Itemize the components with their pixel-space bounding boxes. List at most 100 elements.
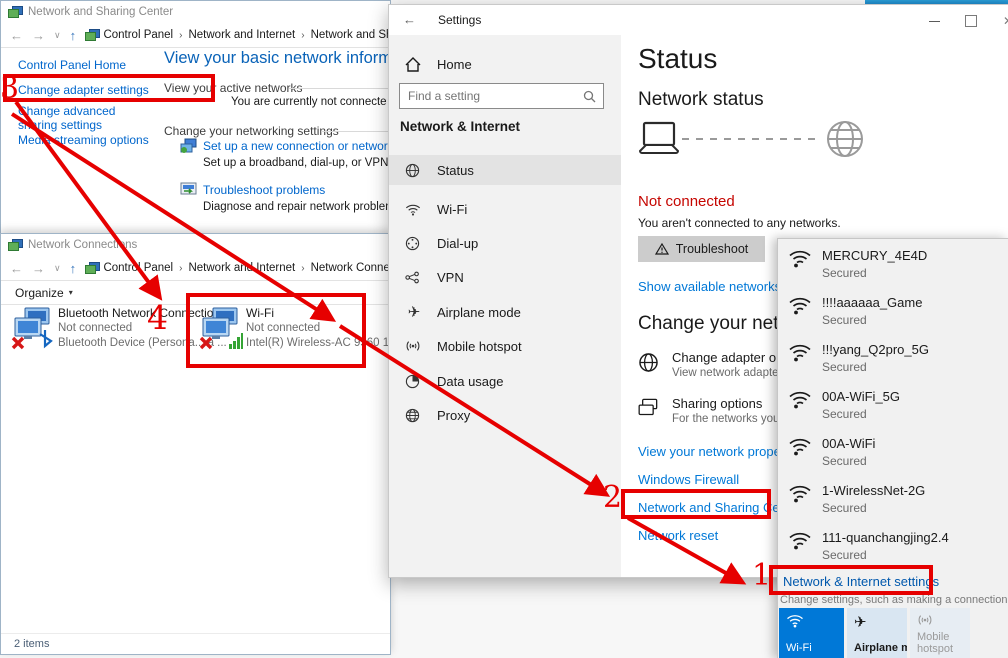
sidebar-item-label: Airplane mode xyxy=(437,305,521,320)
back-icon[interactable]: ← xyxy=(10,28,23,43)
search-input[interactable] xyxy=(400,88,583,104)
back-icon[interactable]: ← xyxy=(10,261,23,276)
nc-titlebar[interactable]: Network Connections xyxy=(1,234,390,256)
breadcrumb-network-connections[interactable]: Network Connections xyxy=(311,262,391,274)
network-internet-settings-link[interactable]: Network & Internet settings xyxy=(783,574,939,589)
history-caret-icon[interactable]: ∨ xyxy=(54,263,61,274)
settings-search-box[interactable] xyxy=(399,83,604,109)
nsc-navbar: ← → ∨ ↑ › Control Panel › Network and In… xyxy=(1,23,390,48)
sidebar-item-label: Wi-Fi xyxy=(437,202,467,217)
sidebar-item-status[interactable]: Status xyxy=(389,155,621,185)
breadcrumb-nsc[interactable]: Network and Sharing Center xyxy=(311,29,391,41)
flyout-caption: Change settings, such as making a connec… xyxy=(780,594,1008,606)
advanced-sharing-link[interactable]: Change advanced sharing settings xyxy=(18,104,158,133)
network-sharing-center-window: Network and Sharing Center ← → ∨ ↑ › Con… xyxy=(0,0,391,240)
organize-caret-icon: ▾ xyxy=(69,288,73,297)
chevron-icon: › xyxy=(179,30,182,41)
troubleshoot-button[interactable]: Troubleshoot xyxy=(638,236,765,262)
airplane-mode-tile[interactable]: ✈ Airplane mode xyxy=(847,608,907,658)
network-status: Secured xyxy=(822,313,922,327)
troubleshoot-problems-link[interactable]: Troubleshoot problems xyxy=(203,183,325,197)
breadcrumb-control-panel[interactable]: Control Panel xyxy=(103,29,173,41)
sidebar-item-airplane[interactable]: ✈ Airplane mode xyxy=(389,297,621,327)
airplane-icon: ✈ xyxy=(854,614,867,631)
back-icon[interactable]: ← xyxy=(403,12,416,27)
sidebar-item-vpn[interactable]: VPN xyxy=(389,262,621,292)
adapter-monitors-icon xyxy=(11,306,55,350)
breadcrumb-control-panel[interactable]: Control Panel xyxy=(103,262,173,274)
wifi-network-item[interactable]: 1-WirelessNet-2GSecured xyxy=(778,481,1008,525)
sidebar-item-label: Home xyxy=(437,57,472,72)
error-x-icon xyxy=(201,338,211,348)
network-name: !!!yang_Q2pro_5G xyxy=(822,342,929,357)
sidebar-item-datausage[interactable]: Data usage xyxy=(389,366,621,396)
troubleshoot-label: Troubleshoot xyxy=(676,242,749,256)
wifi-network-item[interactable]: !!!yang_Q2pro_5GSecured xyxy=(778,340,1008,384)
wifi-network-item[interactable]: 00A-WiFi_5GSecured xyxy=(778,387,1008,431)
dialup-icon xyxy=(405,236,423,251)
warning-icon xyxy=(655,243,669,255)
network-name: 00A-WiFi_5G xyxy=(822,389,900,404)
sidebar-item-dialup[interactable]: Dial-up xyxy=(389,228,621,258)
maximize-button[interactable] xyxy=(965,15,977,27)
show-available-networks-link[interactable]: Show available networks xyxy=(638,279,781,294)
home-icon xyxy=(405,57,423,72)
breadcrumb-network-internet[interactable]: Network and Internet xyxy=(188,29,295,41)
vpn-icon xyxy=(405,271,423,284)
sidebar-item-hotspot[interactable]: Mobile hotspot xyxy=(389,331,621,361)
nsc-titlebar[interactable]: Network and Sharing Center xyxy=(1,1,390,23)
change-networking-label: Change your networking settings xyxy=(164,124,339,138)
sharing-options-icon xyxy=(638,398,659,417)
control-panel-home-link[interactable]: Control Panel Home xyxy=(18,58,126,72)
step-number-1: 1 xyxy=(752,561,771,591)
forward-icon[interactable]: → xyxy=(32,28,45,43)
network-status-heading: Network status xyxy=(638,89,764,111)
adapter-wifi[interactable]: Wi-Fi Not connected Intel(R) Wireless-AC… xyxy=(199,304,379,364)
wifi-network-item[interactable]: !!!!aaaaaa_Game Secured xyxy=(778,293,1008,337)
proxy-icon xyxy=(405,408,423,423)
not-connected-desc: You aren't connected to any networks. xyxy=(638,216,841,230)
history-caret-icon[interactable]: ∨ xyxy=(54,30,61,41)
wifi-network-item[interactable]: 111-quanchangjing2.4Secured xyxy=(778,528,1008,572)
error-x-icon xyxy=(13,338,23,348)
forward-icon[interactable]: → xyxy=(32,261,45,276)
sidebar-item-wifi[interactable]: Wi-Fi xyxy=(389,194,621,224)
wifi-tile[interactable]: Wi-Fi xyxy=(779,608,844,658)
sidebar-item-proxy[interactable]: Proxy xyxy=(389,400,621,430)
windows-firewall-link[interactable]: Windows Firewall xyxy=(638,472,739,487)
change-adapter-settings-link[interactable]: Change adapter settings xyxy=(18,83,149,97)
chevron-icon: › xyxy=(179,263,182,274)
settings-title: Settings xyxy=(438,13,481,27)
nsc-window-title: Network and Sharing Center xyxy=(28,6,173,18)
up-icon[interactable]: ↑ xyxy=(70,28,77,43)
network-status: Secured xyxy=(822,454,875,468)
up-icon[interactable]: ↑ xyxy=(70,261,77,276)
close-button[interactable]: ✕ xyxy=(1003,14,1008,28)
search-icon[interactable] xyxy=(583,90,596,103)
nc-navbar: ← → ∨ ↑ › Control Panel › Network and In… xyxy=(1,256,390,281)
sidebar-item-home[interactable]: Home xyxy=(389,49,621,79)
sidebar-item-label: VPN xyxy=(437,270,464,285)
wifi-network-item[interactable]: MERCURY_4E4DSecured xyxy=(778,246,1008,290)
media-streaming-link[interactable]: Media streaming options xyxy=(18,133,149,147)
chevron-icon: › xyxy=(301,263,304,274)
nsc-heading: View your basic network information and … xyxy=(164,49,391,68)
adapter-status: Not connected xyxy=(246,322,320,334)
setup-connection-link[interactable]: Set up a new connection or network xyxy=(203,139,391,153)
mobile-hotspot-icon xyxy=(917,613,970,627)
wifi-icon xyxy=(405,203,423,216)
breadcrumb-network-internet[interactable]: Network and Internet xyxy=(188,262,295,274)
wifi-flyout: MERCURY_4E4DSecured !!!!aaaaaa_Game Secur… xyxy=(777,238,1008,658)
network-status: Secured xyxy=(822,266,927,280)
organize-menu[interactable]: Organize xyxy=(15,286,64,300)
mobile-hotspot-tile[interactable]: Mobile hotspot xyxy=(910,608,970,658)
nc-window-title: Network Connections xyxy=(28,239,137,251)
wifi-icon xyxy=(788,530,812,550)
wifi-network-item[interactable]: 00A-WiFiSecured xyxy=(778,434,1008,478)
network-name: !!!!aaaaaa_Game xyxy=(822,295,922,310)
adapter-status: Not connected xyxy=(58,322,132,334)
minimize-button[interactable] xyxy=(929,21,940,22)
settings-titlebar[interactable]: ← Settings ✕ xyxy=(389,5,1008,35)
network-reset-link[interactable]: Network reset xyxy=(638,528,718,543)
tile-label: Mobile hotspot xyxy=(917,631,967,656)
